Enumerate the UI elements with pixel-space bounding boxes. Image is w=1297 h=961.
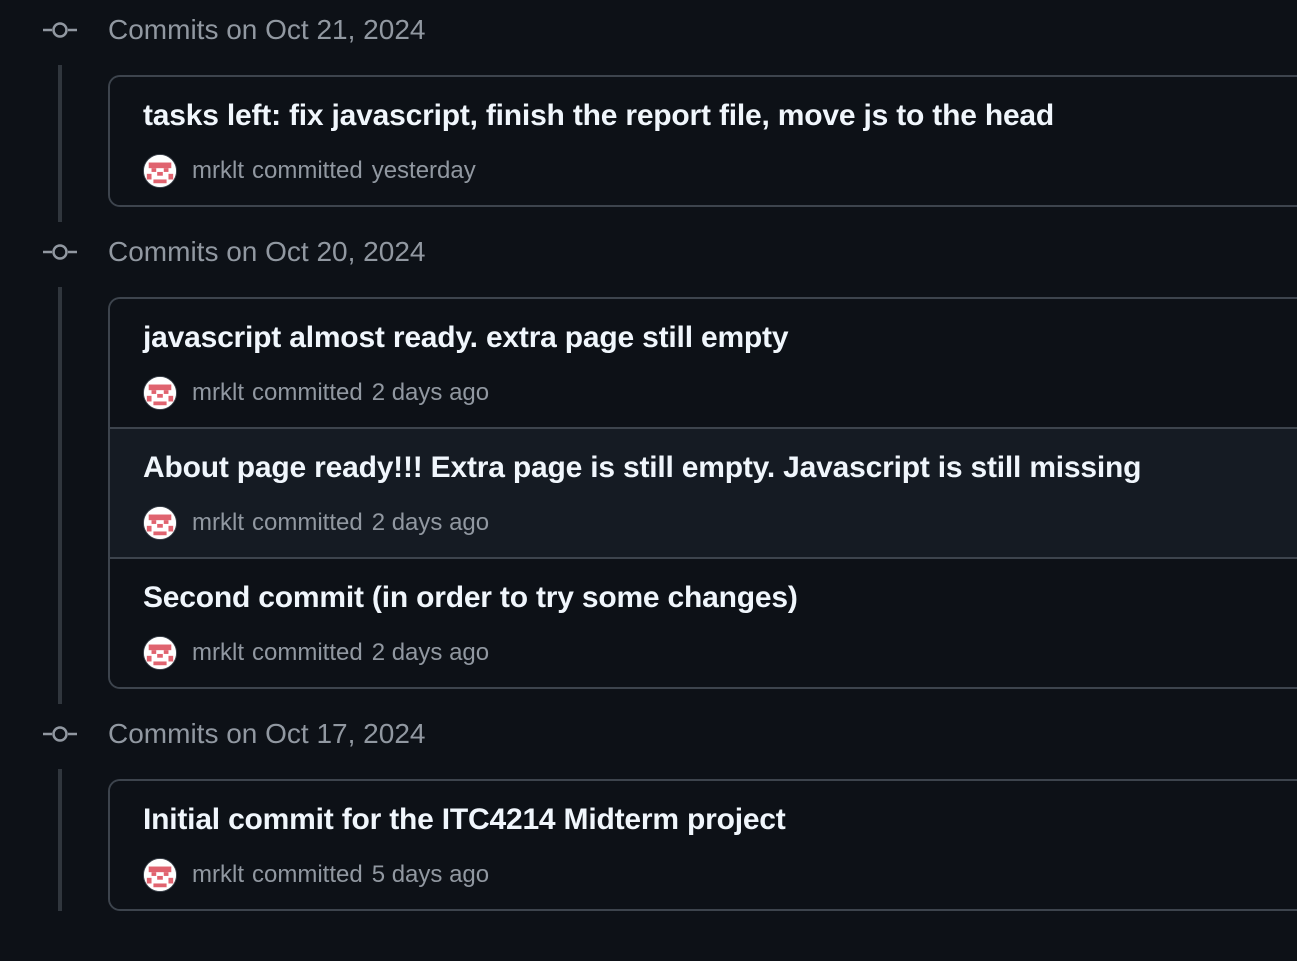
commit-action-text: committed: [251, 157, 363, 184]
commit-relative-time: yesterday: [371, 157, 476, 184]
commit-meta: mrklt committed 2 days ago: [143, 635, 489, 671]
git-commit-icon: [43, 244, 77, 260]
commit-group-date: Commits on Oct 20, 2024: [108, 236, 426, 267]
commit-meta: mrklt committed 2 days ago: [143, 505, 489, 541]
identicon-avatar[interactable]: [143, 506, 177, 540]
git-commit-icon: [43, 726, 77, 742]
timeline-line: [58, 65, 62, 222]
commit-author-link[interactable]: mrklt: [192, 861, 244, 889]
commit-meta: mrklt committed 5 days ago: [143, 857, 489, 893]
commit-relative-time: 2 days ago: [371, 509, 490, 536]
commit-message-link[interactable]: tasks left: fix javascript, finish the r…: [143, 99, 1054, 133]
commit-relative-time: 2 days ago: [371, 379, 490, 406]
commit-list: tasks left: fix javascript, finish the r…: [108, 75, 1297, 207]
commit-row[interactable]: Second commit (in order to try some chan…: [110, 557, 1297, 687]
commit-meta: mrklt committed 2 days ago: [143, 375, 489, 411]
commit-row[interactable]: tasks left: fix javascript, finish the r…: [110, 77, 1297, 205]
commit-meta: mrklt committed yesterday: [143, 153, 476, 189]
identicon-avatar[interactable]: [143, 376, 177, 410]
commit-list: javascript almost ready. extra page stil…: [108, 297, 1297, 689]
commit-message-link[interactable]: Second commit (in order to try some chan…: [143, 581, 798, 615]
identicon-avatar[interactable]: [143, 636, 177, 670]
commit-row[interactable]: javascript almost ready. extra page stil…: [110, 299, 1297, 427]
timeline-line: [58, 287, 62, 704]
commit-group-header: Commits on Oct 20, 2024: [0, 232, 1297, 272]
identicon-avatar[interactable]: [143, 858, 177, 892]
git-commit-icon: [43, 22, 77, 38]
commit-group-header: Commits on Oct 17, 2024: [0, 714, 1297, 754]
commit-action-text: committed: [251, 861, 363, 888]
commit-row[interactable]: Initial commit for the ITC4214 Midterm p…: [110, 781, 1297, 909]
commit-group-date: Commits on Oct 21, 2024: [108, 14, 426, 45]
commit-author-link[interactable]: mrklt: [192, 157, 244, 185]
identicon-avatar[interactable]: [143, 154, 177, 188]
commit-history: Commits on Oct 21, 2024 tasks left: fix …: [0, 0, 1297, 961]
commit-relative-time: 2 days ago: [371, 639, 490, 666]
commit-author-link[interactable]: mrklt: [192, 639, 244, 667]
commit-group-header: Commits on Oct 21, 2024: [0, 10, 1297, 50]
commit-message-link[interactable]: Initial commit for the ITC4214 Midterm p…: [143, 803, 786, 837]
commit-action-text: committed: [251, 639, 363, 666]
commit-message-link[interactable]: javascript almost ready. extra page stil…: [143, 321, 789, 355]
commit-group-date: Commits on Oct 17, 2024: [108, 718, 426, 749]
commit-action-text: committed: [251, 509, 363, 536]
commit-author-link[interactable]: mrklt: [192, 509, 244, 537]
commit-list: Initial commit for the ITC4214 Midterm p…: [108, 779, 1297, 911]
commit-relative-time: 5 days ago: [371, 861, 490, 888]
commit-author-link[interactable]: mrklt: [192, 379, 244, 407]
commit-action-text: committed: [251, 379, 363, 406]
timeline-line: [58, 769, 62, 911]
commit-message-link[interactable]: About page ready!!! Extra page is still …: [143, 451, 1141, 485]
commit-row[interactable]: About page ready!!! Extra page is still …: [110, 427, 1297, 557]
